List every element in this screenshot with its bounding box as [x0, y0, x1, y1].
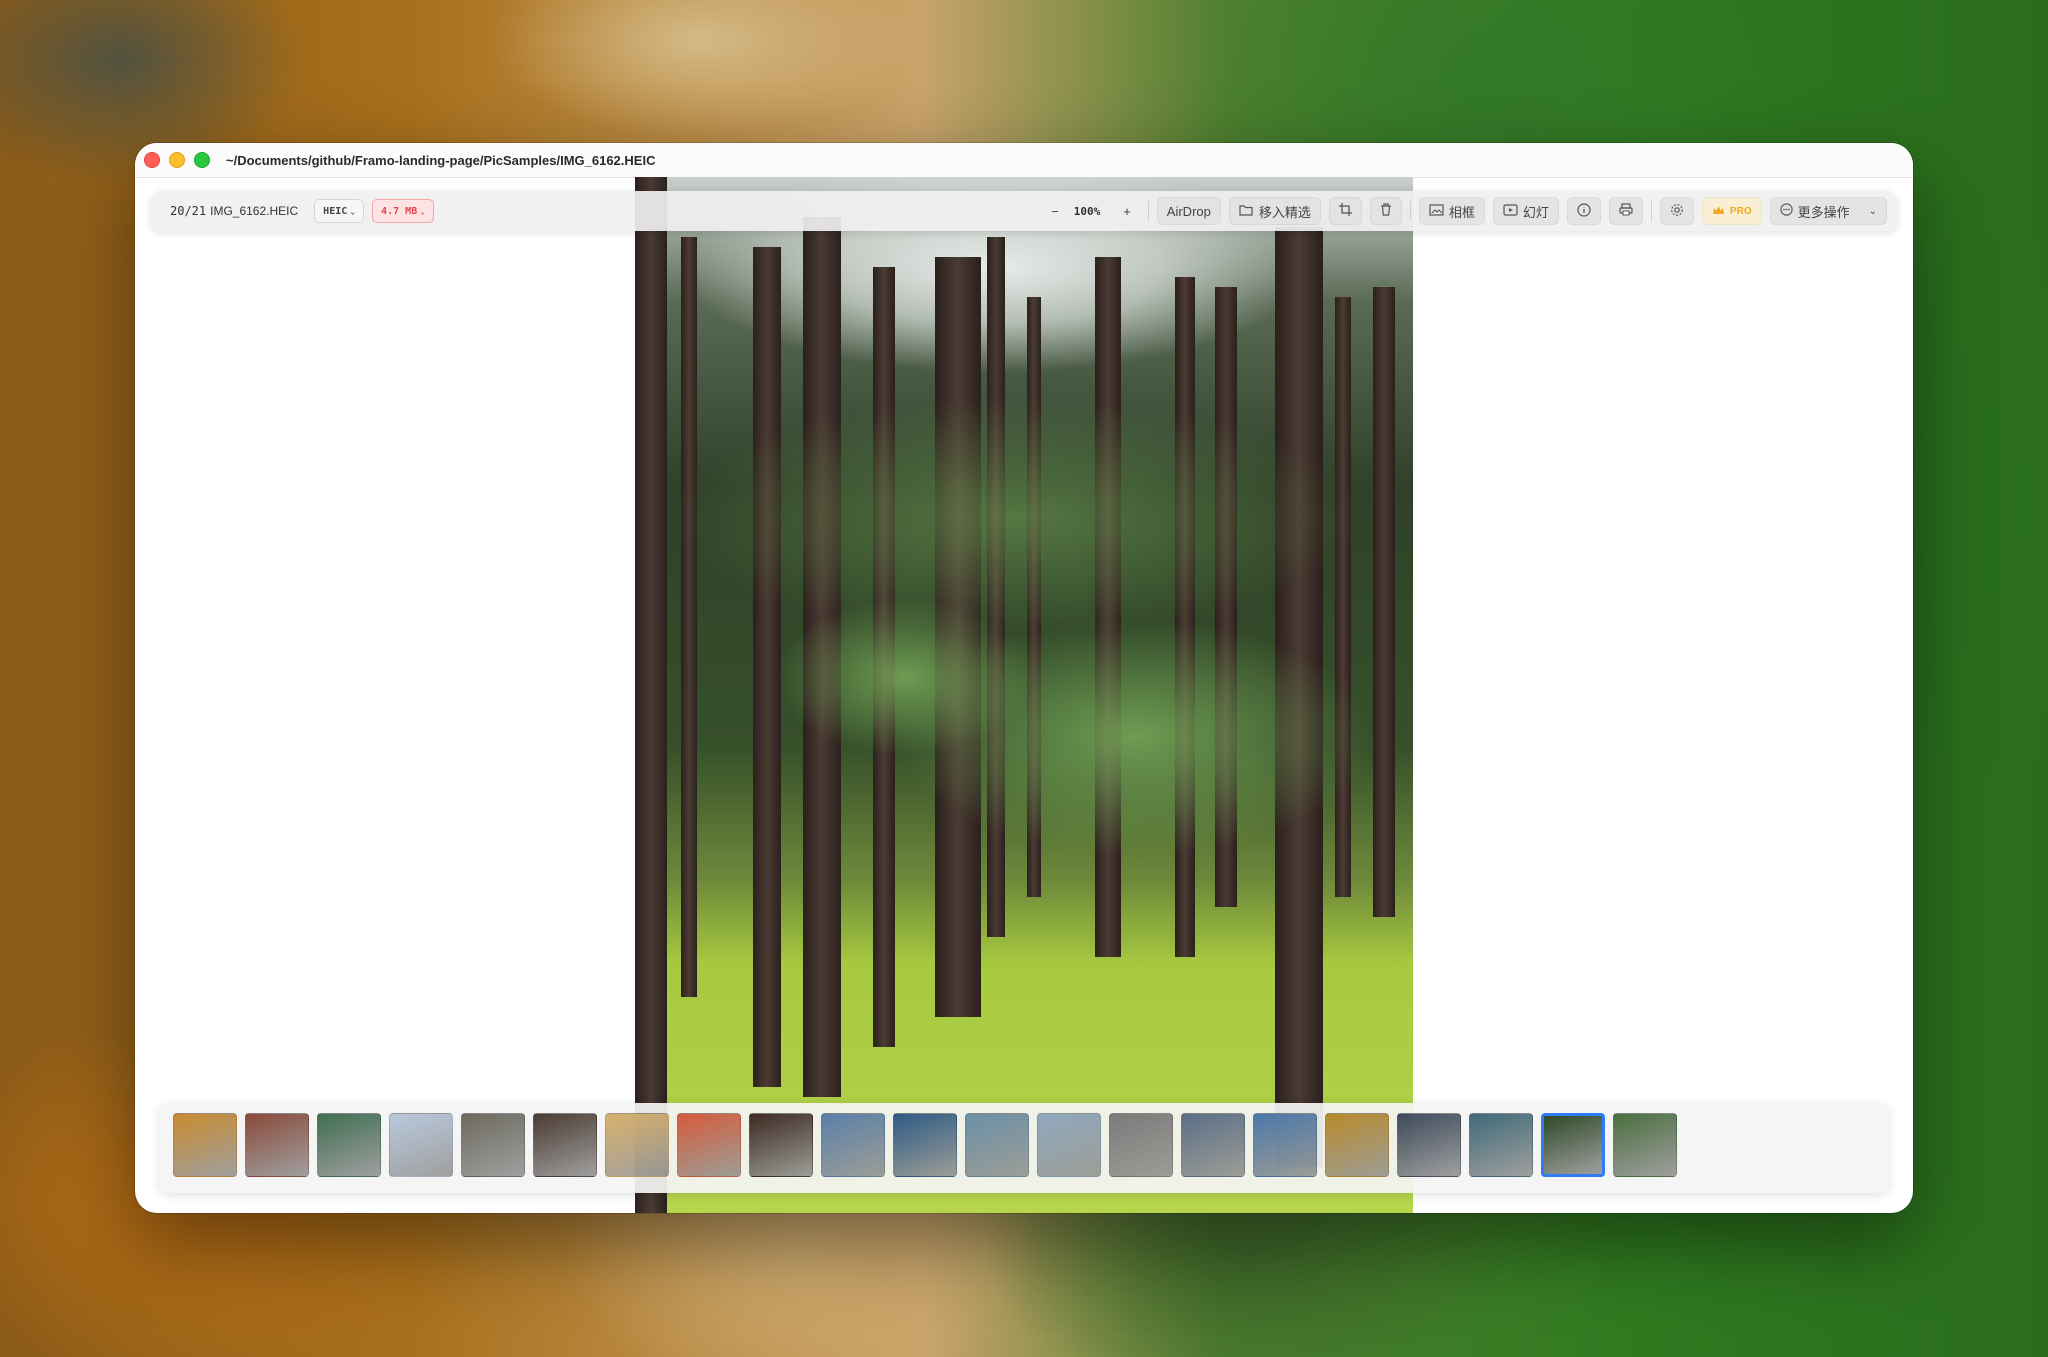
thumbnail-city-street[interactable] — [1181, 1113, 1245, 1177]
thumbnail-bakery-shelf[interactable] — [533, 1113, 597, 1177]
print-button[interactable] — [1608, 197, 1643, 225]
thumbnail-bread-loaves[interactable] — [605, 1113, 669, 1177]
close-button[interactable] — [144, 152, 160, 168]
thumbnail-autumn-tree[interactable] — [173, 1113, 237, 1177]
more-icon — [1779, 203, 1793, 219]
thumbnail-shop-interior[interactable] — [461, 1113, 525, 1177]
chevron-down-icon: ⌄ — [420, 206, 426, 216]
printer-icon — [1619, 203, 1633, 219]
slideshow-button[interactable]: 幻灯 — [1492, 197, 1559, 225]
size-dropdown[interactable]: 4.7 MB ⌄ — [372, 199, 435, 223]
viewer-window: ~/Documents/github/Framo-landing-page/Pi… — [135, 143, 1913, 1213]
thumbnail-fruit-stall[interactable] — [1325, 1113, 1389, 1177]
slideshow-label: 幻灯 — [1522, 204, 1549, 220]
info-button[interactable] — [1566, 197, 1601, 225]
divider — [1409, 201, 1411, 221]
info-icon — [1577, 202, 1591, 220]
main-photo[interactable] — [635, 177, 1413, 1213]
zoom-level: 100% — [1073, 204, 1101, 218]
thumbnail-list — [173, 1113, 1677, 1177]
delete-button[interactable] — [1369, 197, 1402, 225]
chevron-down-icon: ⌄ — [350, 206, 356, 216]
counter-text: 20/21 — [170, 204, 207, 218]
thumbnail-street-cars[interactable] — [1109, 1113, 1173, 1177]
zoom-out-icon: − — [1051, 203, 1059, 219]
thumbnail-cafe-scene[interactable] — [749, 1113, 813, 1177]
more-actions-dropdown[interactable]: 更多操作 ⌄ — [1769, 197, 1887, 225]
divider — [1147, 201, 1149, 221]
chevron-down-icon: ⌄ — [1868, 205, 1877, 217]
crop-button[interactable] — [1328, 197, 1362, 225]
gear-icon — [1670, 203, 1684, 220]
frame-button[interactable]: 相框 — [1418, 197, 1485, 225]
trash-icon — [1380, 203, 1392, 219]
thumbnail-blue-jeep[interactable] — [1253, 1113, 1317, 1177]
more-label: 更多操作 — [1797, 204, 1850, 220]
thumbnail-harbor-view[interactable] — [821, 1113, 885, 1177]
minimize-button[interactable] — [169, 152, 185, 168]
file-name: IMG_6162.HEIC — [210, 204, 299, 218]
format-label: HEIC — [323, 205, 348, 217]
thumbnail-green-forest[interactable] — [1541, 1113, 1605, 1177]
pro-button[interactable]: PRO — [1701, 197, 1762, 225]
zoom-button[interactable] — [194, 152, 210, 168]
zoom-out-button[interactable]: − — [1042, 198, 1068, 224]
thumbnail-pier[interactable] — [1037, 1113, 1101, 1177]
crop-icon — [1338, 203, 1352, 219]
thumbnail-bay-overlook[interactable] — [1469, 1113, 1533, 1177]
settings-button[interactable] — [1659, 197, 1694, 225]
photo-frame-icon — [1429, 203, 1444, 219]
zoom-in-icon: + — [1123, 203, 1131, 219]
thumbnail-coastline[interactable] — [965, 1113, 1029, 1177]
thumbnail-cherry-blossom[interactable] — [389, 1113, 453, 1177]
pro-label: PRO — [1729, 205, 1752, 217]
image-counter: 20/21 IMG_6162.HEIC — [170, 204, 298, 218]
filmstrip — [159, 1103, 1889, 1193]
slideshow-icon — [1503, 203, 1518, 219]
format-dropdown[interactable]: HEIC ⌄ — [314, 199, 365, 223]
thumbnail-forest-fern[interactable] — [1613, 1113, 1677, 1177]
thumbnail-strawberry-treat[interactable] — [317, 1113, 381, 1177]
window-title: ~/Documents/github/Framo-landing-page/Pi… — [226, 152, 656, 168]
size-label: 4.7 MB — [381, 205, 418, 217]
move-to-favorites-button[interactable]: 移入精选 — [1228, 197, 1321, 225]
thumbnail-bottled-drinks[interactable] — [677, 1113, 741, 1177]
toolbar: 20/21 IMG_6162.HEIC HEIC ⌄ 4.7 MB ⌄ − 100… — [151, 191, 1897, 231]
thumbnail-sea-rocks[interactable] — [893, 1113, 957, 1177]
move-label: 移入精选 — [1258, 204, 1311, 220]
airdrop-label: AirDrop — [1166, 203, 1211, 219]
zoom-in-button[interactable]: + — [1114, 198, 1140, 224]
thumbnail-storefront[interactable] — [1397, 1113, 1461, 1177]
title-bar: ~/Documents/github/Framo-landing-page/Pi… — [135, 143, 1913, 178]
airdrop-button[interactable]: AirDrop — [1156, 197, 1221, 225]
window-controls — [144, 152, 210, 168]
frame-label: 相框 — [1448, 204, 1475, 220]
divider — [1650, 201, 1652, 221]
crown-icon — [1712, 205, 1725, 218]
thumbnail-street-buildings[interactable] — [245, 1113, 309, 1177]
folder-move-icon — [1239, 204, 1254, 219]
